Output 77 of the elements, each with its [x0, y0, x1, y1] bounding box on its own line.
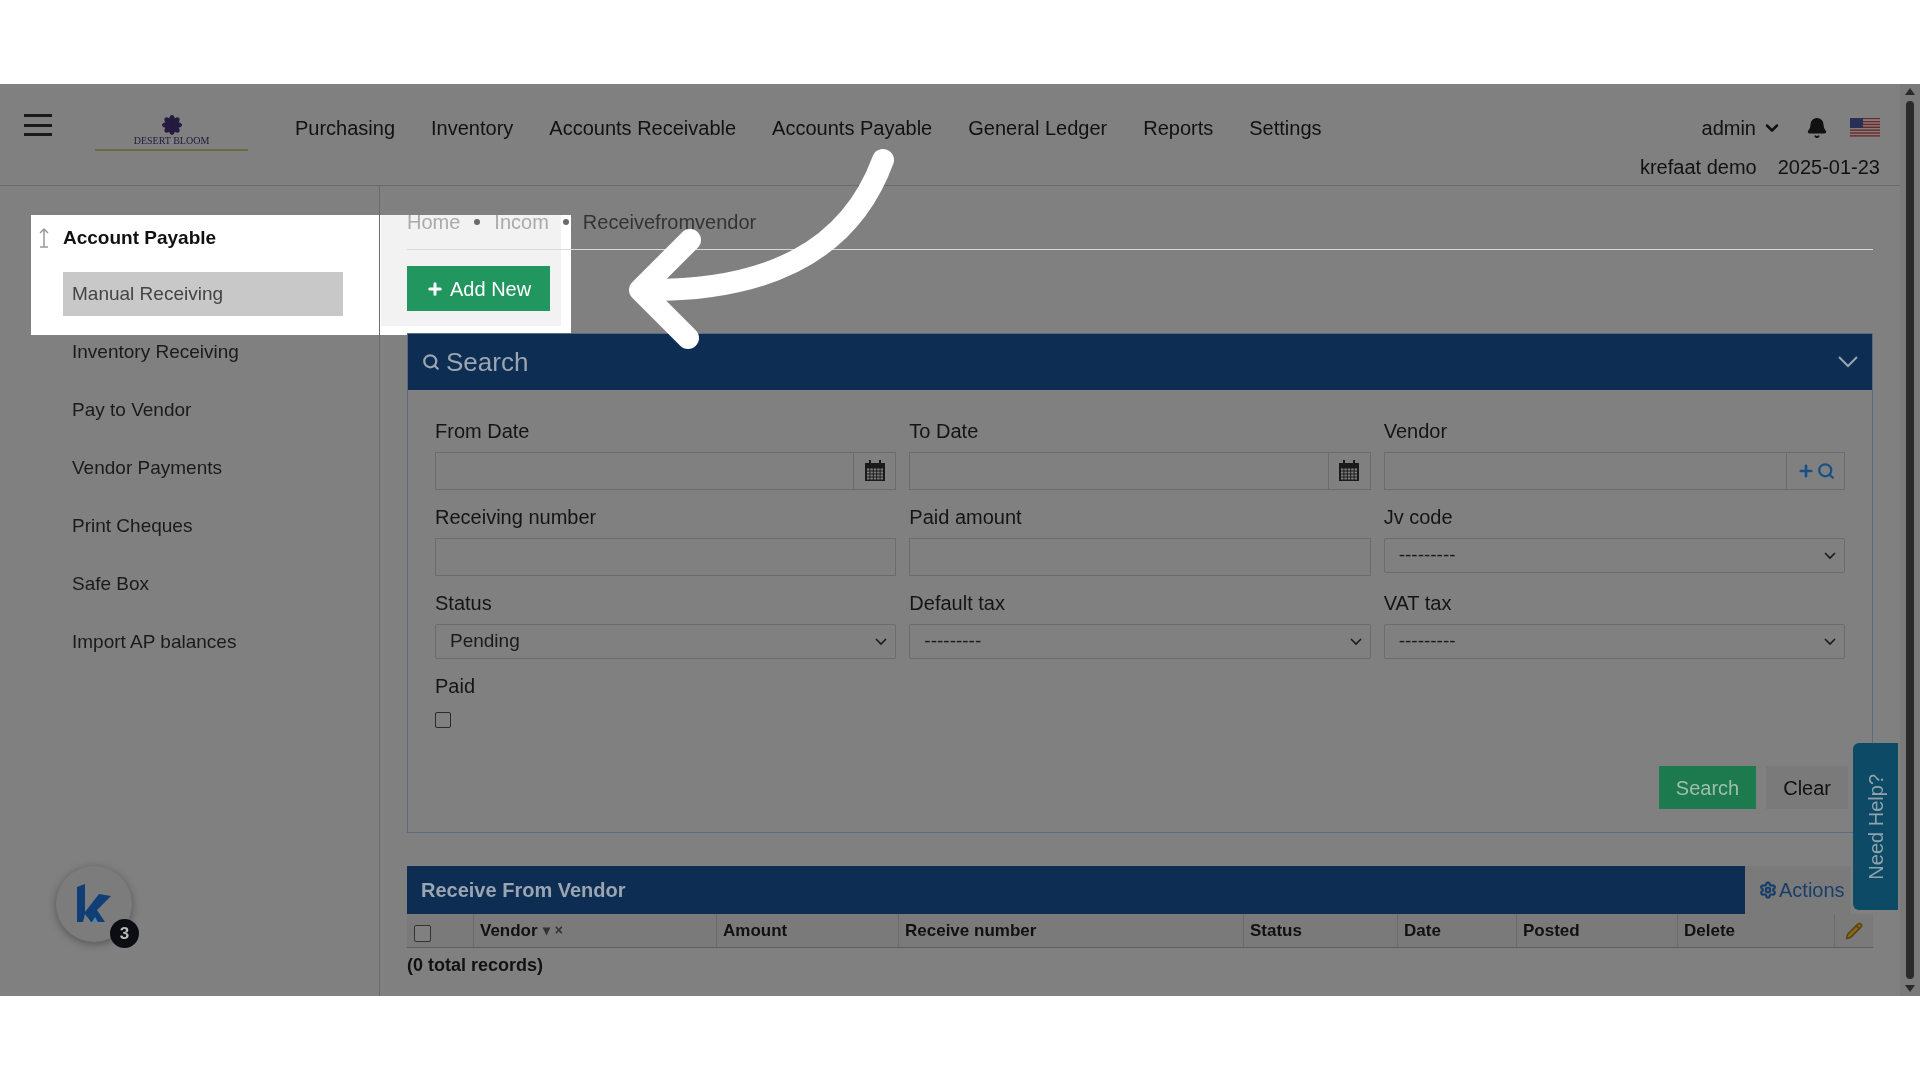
column-header[interactable]: Delete [1684, 917, 1736, 944]
calendar-icon [1338, 460, 1361, 482]
vendor-field[interactable] [1383, 452, 1845, 490]
field-label: To Date [909, 419, 980, 443]
field-label: Default tax [909, 591, 1006, 615]
notification-icon[interactable] [1806, 117, 1828, 139]
current-date: 2025-01-23 [1777, 155, 1880, 180]
scrollbar[interactable] [1900, 84, 1920, 996]
field-label: From Date [435, 419, 531, 443]
calendar-icon [863, 460, 886, 482]
chevron-icon [1824, 637, 1836, 646]
column-header[interactable]: Receive number [905, 917, 1037, 944]
checkbox[interactable] [435, 712, 451, 728]
logo[interactable]: DESERT BLOOM [95, 115, 248, 151]
sidebar-item[interactable]: Vendor Payments [63, 446, 343, 490]
nav-link[interactable]: Purchasing [295, 114, 396, 142]
nav-link[interactable]: Accounts Payable [772, 114, 933, 142]
search-button[interactable]: Search [1658, 766, 1757, 809]
select-field[interactable]: --------- [1383, 624, 1845, 659]
field-label: Paid [435, 674, 477, 698]
chevron-icon [1824, 551, 1836, 560]
flag-icon[interactable] [1850, 118, 1880, 138]
search-icon [422, 353, 440, 371]
sidebar-title: Account Payable [63, 225, 217, 250]
sidebar-item[interactable]: Pay to Vendor [63, 388, 343, 432]
chevron-icon [1349, 637, 1362, 646]
sort-mark[interactable]: ▾ [542, 920, 550, 941]
help-tab[interactable]: Need Help? [1853, 743, 1898, 910]
records-count: (0 total records) [407, 954, 545, 977]
chevron-icon[interactable] [1838, 356, 1858, 368]
notification-badge: 3 [110, 919, 139, 948]
breadcrumb-link[interactable]: Receivefromvendor [582, 206, 757, 237]
panel-title: Search [446, 345, 529, 379]
plus-icon [426, 279, 444, 298]
gear-icon [1759, 881, 1777, 899]
menu-icon[interactable] [24, 114, 52, 136]
user-menu[interactable]: admin [1701, 113, 1782, 143]
nav-link[interactable]: Reports [1143, 114, 1214, 142]
chevron-icon [875, 637, 888, 646]
company-name: krefaat demo [1639, 155, 1757, 180]
select-field[interactable]: Pending [435, 624, 897, 659]
select-all-checkbox[interactable] [414, 925, 431, 942]
clear-mark[interactable]: × [554, 920, 563, 941]
column-header[interactable]: Amount [723, 917, 788, 944]
nav-link[interactable]: Inventory [431, 114, 514, 142]
sidebar-item[interactable]: Print Cheques [63, 504, 343, 548]
edit-icon[interactable] [1845, 921, 1863, 940]
nav-link[interactable]: Settings [1249, 114, 1322, 142]
column-header[interactable]: Vendor [480, 917, 538, 944]
actions-button[interactable]: Actions [1745, 866, 1851, 914]
sidebar-item[interactable]: Safe Box [63, 562, 343, 606]
date-field[interactable] [909, 452, 1371, 490]
search-icon[interactable] [1816, 462, 1835, 480]
column-header[interactable]: Posted [1523, 917, 1580, 944]
sidebar-item[interactable]: Import AP balances [63, 620, 343, 664]
field-label: Paid amount [909, 505, 1023, 529]
nav-link[interactable]: Accounts Receivable [549, 114, 737, 142]
select-field[interactable]: --------- [1383, 538, 1845, 573]
sidebar-item[interactable]: Inventory Receiving [63, 330, 343, 374]
sidebar-item[interactable]: Manual Receiving [63, 272, 343, 316]
table-title: Receive From Vendor [421, 878, 626, 903]
chat-widget[interactable] [56, 866, 132, 942]
nav-link[interactable]: General Ledger [968, 114, 1108, 142]
field-label: Vendor [1383, 419, 1449, 443]
logo-mark-icon [75, 884, 113, 924]
field-label: VAT tax [1383, 591, 1453, 615]
select-field[interactable]: --------- [909, 624, 1371, 659]
field-label: Status [435, 591, 493, 615]
date-field[interactable] [435, 452, 897, 490]
field-label: Receiving number [435, 505, 598, 529]
panel-header[interactable]: Search [408, 334, 1872, 390]
column-header[interactable]: Date [1404, 917, 1441, 944]
column-header[interactable]: Status [1250, 917, 1302, 944]
add-new-button[interactable]: Add New [407, 266, 551, 311]
field-label: Jv code [1383, 505, 1454, 529]
clear-button[interactable]: Clear [1766, 766, 1848, 809]
collapse-icon[interactable] [37, 227, 51, 249]
